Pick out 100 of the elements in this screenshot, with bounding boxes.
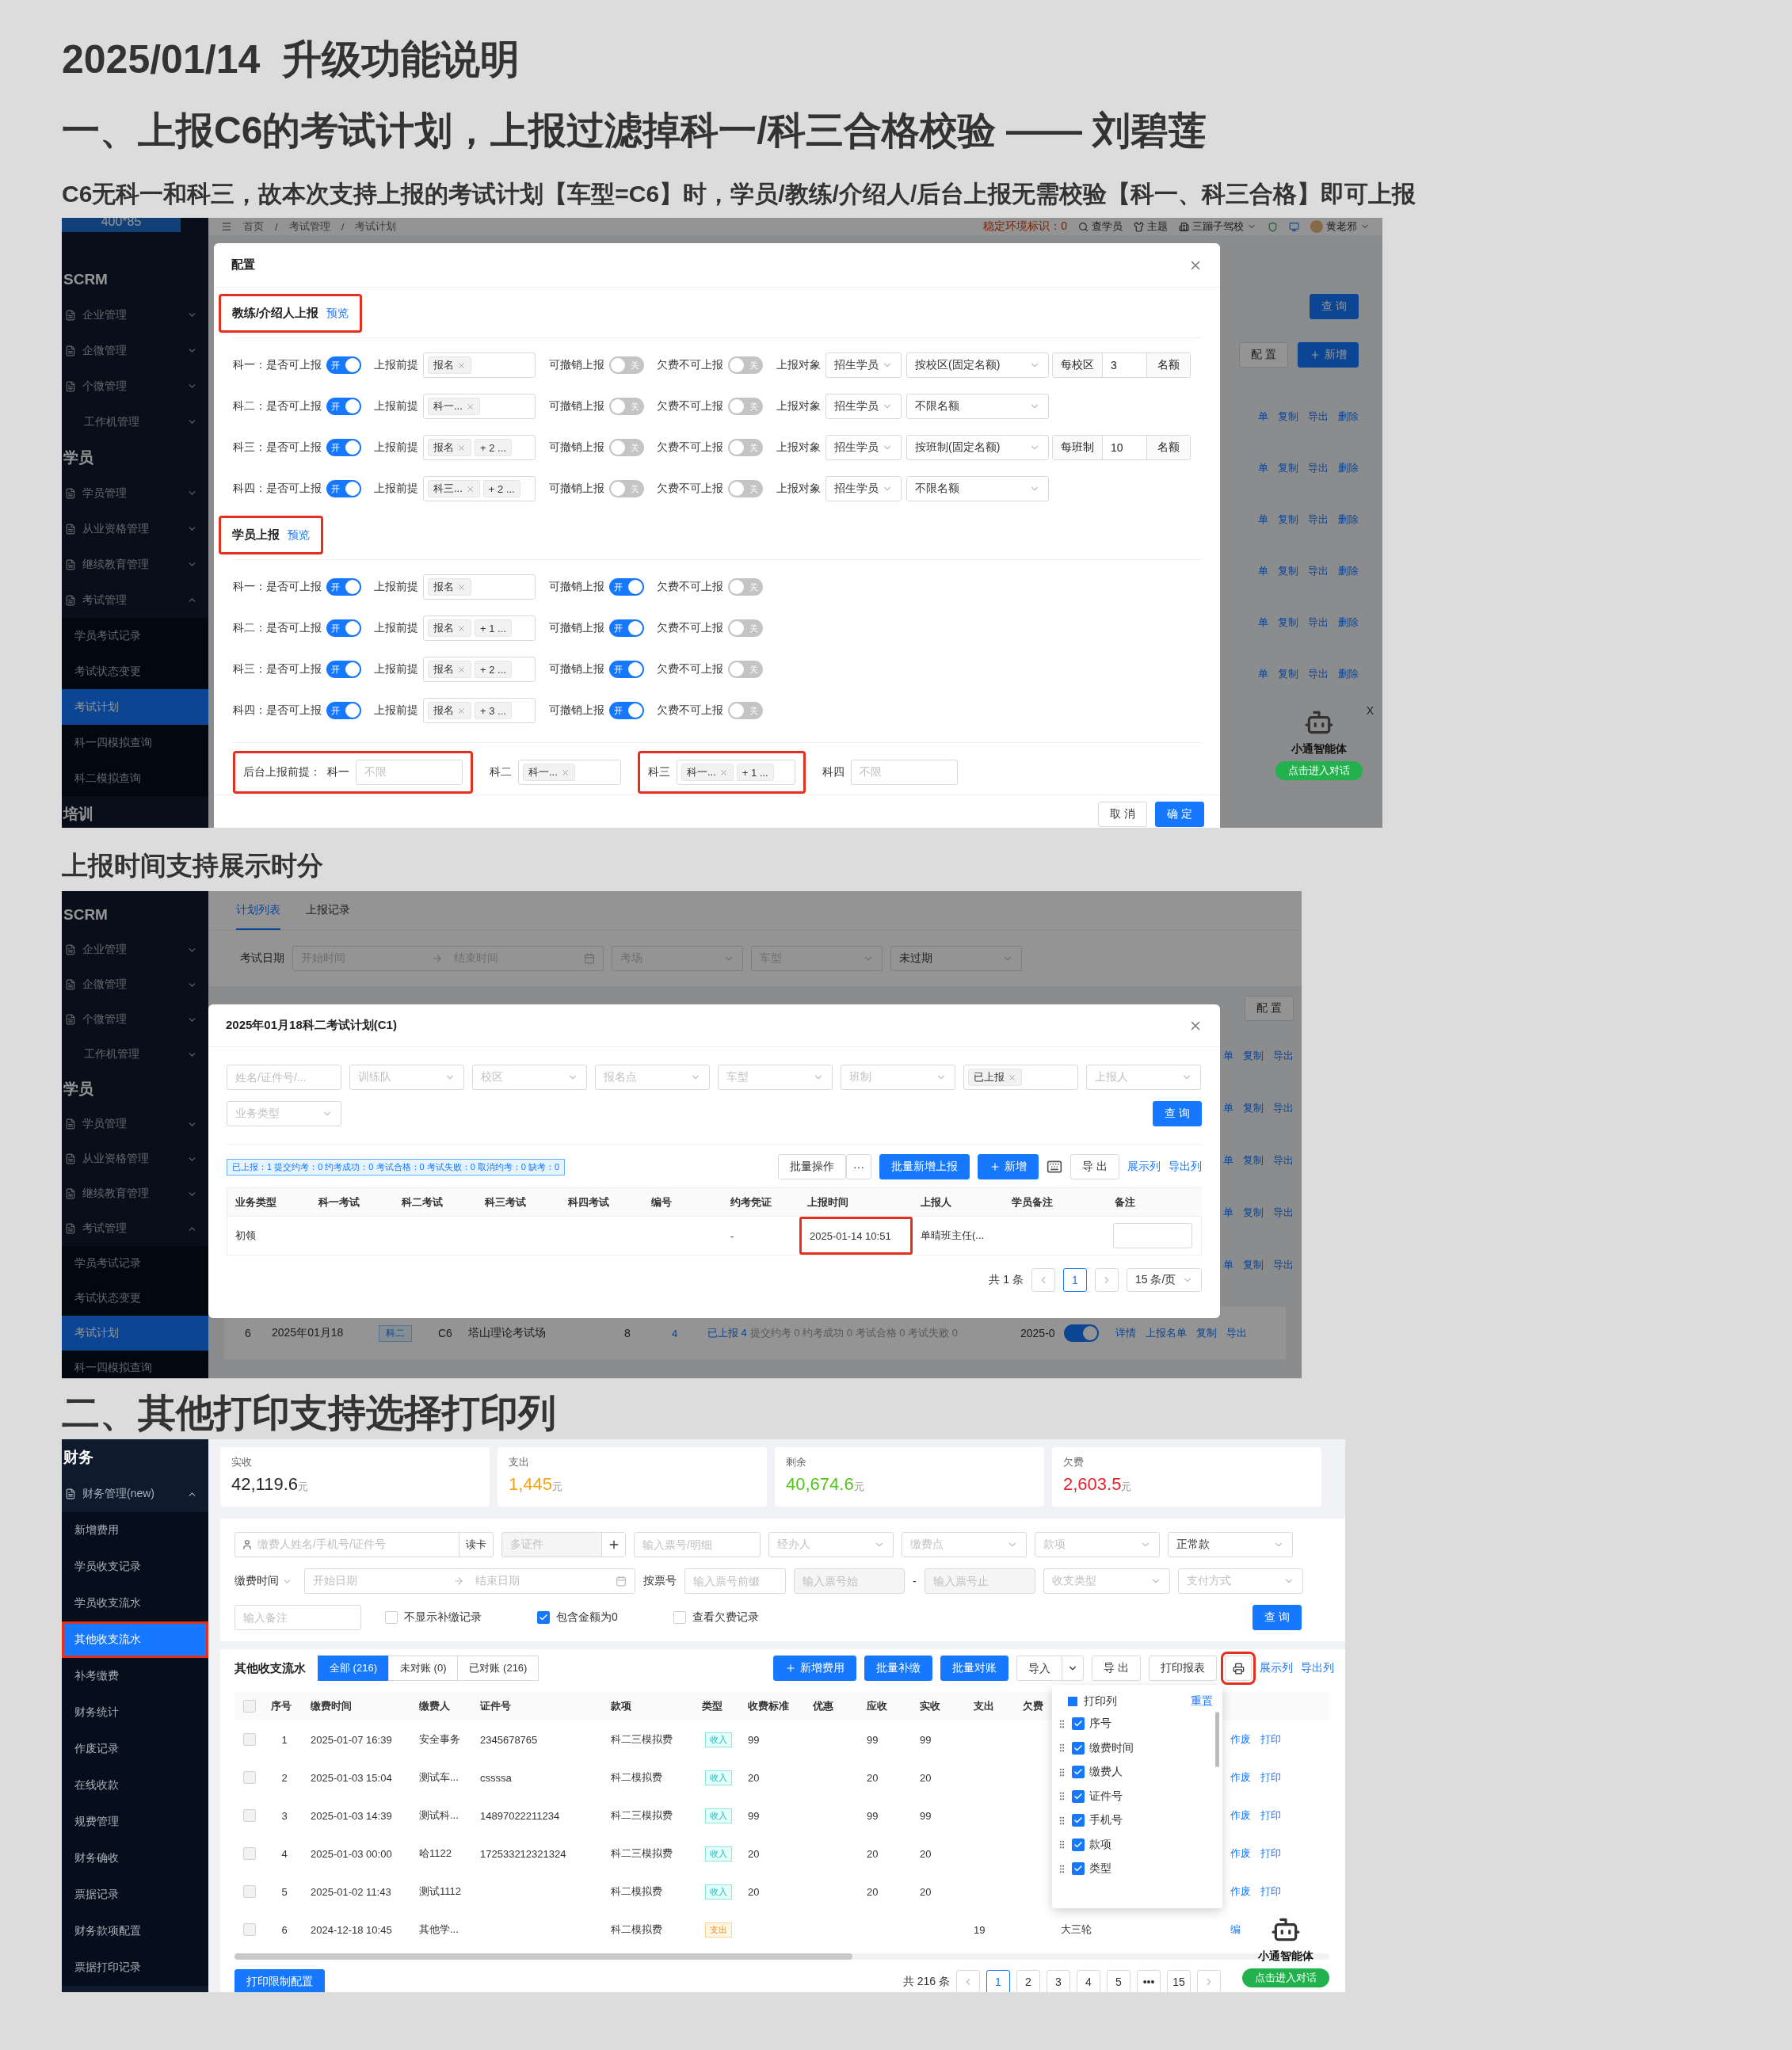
menu-item[interactable]: 票据记录 <box>62 1877 208 1913</box>
filter-tab[interactable]: 全部 (216) <box>318 1656 389 1681</box>
page-button[interactable]: 15 <box>1167 1970 1191 1992</box>
tag-select-field[interactable]: 报名 + 2 ... <box>423 657 536 682</box>
menu-item[interactable]: 考试状态变更 <box>62 653 208 689</box>
tag[interactable]: 报名 <box>428 661 471 678</box>
row-action-link[interactable]: 单 <box>1258 460 1268 475</box>
input-field[interactable]: 输入备注 <box>234 1605 361 1630</box>
toggle-switch[interactable]: 开 <box>609 702 644 719</box>
row-action-link[interactable]: 作废 <box>1230 1770 1251 1785</box>
tag-select-field[interactable]: 科一... <box>423 394 536 419</box>
row-action-link[interactable]: 作废 <box>1230 1732 1251 1747</box>
menu-icon[interactable] <box>221 221 232 232</box>
shield-icon[interactable] <box>1268 221 1278 232</box>
row-action-link[interactable]: 作废 <box>1230 1884 1251 1899</box>
breadcrumb-item[interactable]: 考试计划 <box>355 219 397 234</box>
batch-button[interactable]: 批量操作 <box>778 1154 847 1179</box>
row-action-link[interactable]: 导出 <box>1308 615 1329 630</box>
tag-select-field[interactable]: 科一... + 1 ... <box>677 760 795 785</box>
row-action-link[interactable]: 复制 <box>1243 1206 1264 1220</box>
page-button[interactable]: 2 <box>1016 1970 1040 1992</box>
row-action-link[interactable]: 详情 <box>1115 1326 1136 1340</box>
query-button[interactable]: 查 询 <box>1252 1605 1302 1630</box>
monitor-icon[interactable] <box>1289 221 1299 232</box>
menu-item[interactable]: 考试管理 <box>62 1211 208 1246</box>
row-action-link[interactable]: 导出 <box>1273 1153 1294 1168</box>
filter-tab[interactable]: 未对账 (0) <box>387 1656 459 1681</box>
add-button[interactable]: 新增 <box>1298 342 1359 368</box>
input-field[interactable] <box>1113 1223 1192 1248</box>
row-action-link[interactable]: 单 <box>1223 1206 1233 1220</box>
toggle-switch[interactable]: 开 <box>609 619 644 637</box>
checkbox[interactable] <box>1072 1838 1085 1851</box>
menu-item[interactable]: 企业管理 <box>62 932 208 967</box>
row-action-link[interactable]: 打印 <box>1260 1732 1281 1747</box>
menu-item[interactable]: 财务款项配置 <box>62 1913 208 1949</box>
row-action-link[interactable]: 单 <box>1258 512 1268 527</box>
reset-link[interactable]: 重置 <box>1191 1694 1213 1709</box>
menu-item[interactable]: 学员考试记录 <box>62 618 208 653</box>
input-field[interactable]: 输入票号前缀 <box>684 1568 786 1594</box>
checkbox[interactable] <box>1072 1766 1085 1779</box>
checkbox[interactable] <box>1068 1697 1077 1706</box>
tag[interactable]: + 2 ... <box>482 480 520 497</box>
select-field[interactable]: 招生学员 <box>825 476 902 501</box>
row-action-link[interactable]: 单 <box>1223 1258 1233 1272</box>
row-action-link[interactable]: 打印 <box>1260 1884 1281 1899</box>
checkbox[interactable] <box>1072 1862 1085 1876</box>
toggle-switch[interactable]: 开 <box>326 356 361 374</box>
close-icon[interactable] <box>457 665 466 674</box>
tag[interactable]: 报名 <box>428 619 471 637</box>
menu-item[interactable]: 个微管理 <box>62 368 208 404</box>
toggle-switch[interactable]: 开 <box>326 619 361 637</box>
close-icon[interactable] <box>465 484 475 493</box>
menu-item[interactable]: 新增费用 <box>62 1512 208 1549</box>
tag[interactable]: 报名 <box>428 439 471 456</box>
row-action-link[interactable]: 导出 <box>1308 666 1329 681</box>
row-action-link[interactable]: 导出 <box>1308 409 1329 424</box>
read-card-button[interactable]: 读卡 <box>459 1533 493 1557</box>
page-button[interactable]: 1 <box>1063 1268 1087 1292</box>
tag-select-field[interactable]: 报名 + 1 ... <box>423 615 536 641</box>
toggle-switch[interactable]: 开 <box>326 702 361 719</box>
row-action-link[interactable]: 作废 <box>1230 1846 1251 1861</box>
row-action-link[interactable]: 删除 <box>1338 615 1359 630</box>
checkbox[interactable] <box>1072 1814 1085 1827</box>
menu-item[interactable]: 规费管理 <box>62 1804 208 1840</box>
select-field[interactable]: 招生学员 <box>825 435 902 460</box>
checkbox[interactable] <box>1072 1717 1085 1731</box>
tag-select-field[interactable]: 科一... <box>518 760 621 785</box>
chat-button[interactable]: 点击进入对话 <box>1242 1968 1329 1987</box>
row-action-link[interactable]: 复制 <box>1278 615 1298 630</box>
breadcrumb-item[interactable]: 考试管理 <box>288 219 330 234</box>
menu-item[interactable]: 从业资格管理 <box>62 511 208 547</box>
menu-item[interactable]: 从业资格管理 <box>62 1141 208 1176</box>
batch-add-button[interactable]: 批量新增上报 <box>879 1154 970 1179</box>
select-field[interactable]: 招生学员 <box>825 394 902 419</box>
menu-item[interactable]: 科一四模拟查询 <box>62 1351 208 1378</box>
school-switcher[interactable]: 三蹦子驾校 <box>1179 219 1256 234</box>
menu-item[interactable]: 企微管理 <box>62 333 208 368</box>
user-menu[interactable]: 黄老邪 <box>1310 219 1370 234</box>
row-action-link[interactable]: 复制 <box>1243 1153 1264 1168</box>
config-button[interactable]: 配 置 <box>1245 995 1294 1021</box>
close-icon[interactable] <box>457 443 466 452</box>
close-icon[interactable] <box>457 360 466 370</box>
select-field[interactable]: 按班制(固定名额) <box>906 435 1049 460</box>
print-limit-button[interactable]: 打印限制配置 <box>234 1969 325 1992</box>
tag[interactable]: + 1 ... <box>475 619 512 637</box>
row-action-link[interactable]: 删除 <box>1338 563 1359 578</box>
tag[interactable]: 科一... <box>523 764 575 781</box>
action-button[interactable]: 批量补缴 <box>864 1656 933 1681</box>
menu-item[interactable]: 继续教育管理 <box>62 1176 208 1211</box>
prev-page-button[interactable] <box>1031 1268 1055 1292</box>
row-action-link[interactable]: 作废 <box>1230 1808 1251 1823</box>
menu-item[interactable]: 继续教育管理 <box>62 547 208 582</box>
dropdown-label[interactable]: 缴费时间 <box>234 1574 296 1588</box>
row-action-link[interactable]: 删除 <box>1338 409 1359 424</box>
close-icon[interactable] <box>457 623 466 633</box>
page-button[interactable]: 4 <box>1077 1970 1100 1992</box>
menu-item[interactable]: 财务统计 <box>62 1694 208 1731</box>
next-page-button[interactable] <box>1197 1970 1221 1992</box>
row-action-link[interactable]: 导出 <box>1308 563 1329 578</box>
select-field[interactable]: 不限名额 <box>906 394 1049 419</box>
